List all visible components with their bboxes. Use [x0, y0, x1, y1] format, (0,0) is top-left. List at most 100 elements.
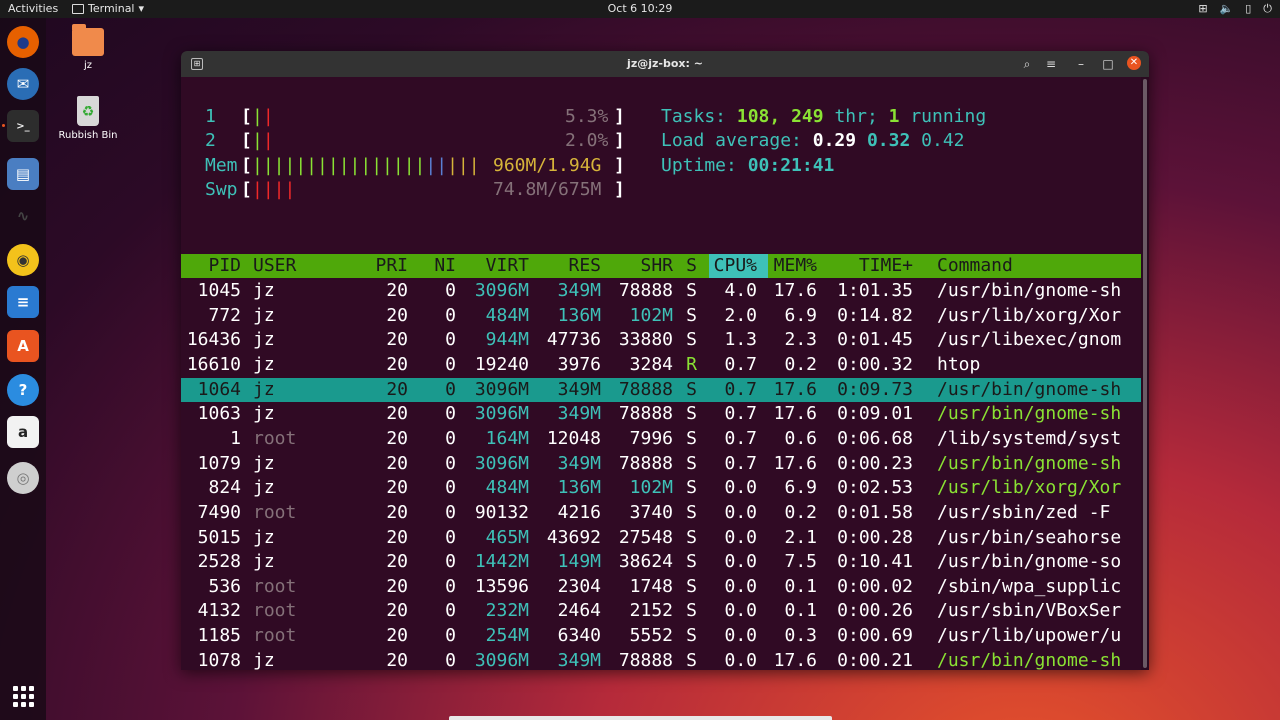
cell-shr: 2152 [629, 600, 673, 621]
column-header-virt[interactable]: VIRT [486, 254, 529, 278]
cell-ni: 0 [445, 502, 456, 523]
dock-item-libreoffice-writer[interactable]: ≡ [7, 286, 39, 318]
process-row[interactable]: 824 jz 20 0 484M 136M 102M S 0.0 6.9 0:02.53/usr/l… [181, 476, 1141, 500]
cell-user: jz [253, 403, 275, 424]
cell-pid: 1 [230, 428, 241, 449]
process-row[interactable]: 16436 jz 20 0 944M 47736 33880 S 1.3 2.3 0:01.45/u… [181, 328, 1141, 352]
cell-shr: 78888 [618, 453, 673, 474]
scrollbar[interactable] [1141, 77, 1149, 670]
dock-item-terminal[interactable]: >_ [7, 110, 39, 142]
search-icon[interactable]: ⌕ [1016, 55, 1038, 73]
maximize-icon[interactable]: □ [1097, 55, 1119, 73]
desktop-trash[interactable]: ♻ Rubbish Bin [53, 96, 123, 141]
top-bar: Activities Terminal ▾ Oct 6 10:29 ⊞ 🔈 ▯ ⏻ [0, 0, 1280, 18]
uptime-summary: Uptime: 00:21:41 [661, 154, 834, 178]
cell-pid: 7490 [197, 502, 241, 523]
cell-ni: 0 [445, 354, 456, 375]
process-row[interactable]: 1185 root 20 0 254M 6340 5552 S 0.0 0.3 0:00.69/us… [181, 624, 1141, 648]
terminal-content[interactable]: 1 [ || 5.3% ] 2 [ || 2.0% ] Mem [ ||||||… [181, 77, 1141, 670]
cell-res: 2464 [557, 600, 601, 621]
process-row[interactable]: 5015 jz 20 0 465M 43692 27548 S 0.0 2.1 0:00.28/us… [181, 526, 1141, 550]
cpu2-meter-close: ] [614, 130, 625, 151]
cell-ni: 0 [445, 403, 456, 424]
cell-time: 0:00.23 [837, 453, 913, 474]
cell-res: 349M [557, 403, 601, 424]
column-header-pri[interactable]: PRI [375, 254, 408, 278]
cell-cmd: /usr/lib/xorg/Xor [937, 477, 1122, 498]
cell-shr: 1748 [629, 576, 673, 597]
dock-item-thunderbird[interactable]: ✉ [7, 68, 39, 100]
load-5: 0.32 [866, 130, 911, 151]
column-header-user[interactable]: USER [253, 254, 296, 278]
column-header-mem[interactable]: MEM% [774, 254, 817, 278]
cell-pri: 20 [386, 502, 408, 523]
column-header-cpu[interactable]: CPU% [714, 254, 757, 278]
dock-item-amazon[interactable]: a [7, 416, 39, 448]
battery-icon[interactable]: ▯ [1245, 2, 1251, 16]
cell-ni: 0 [445, 600, 456, 621]
cell-mem: 17.6 [773, 453, 817, 474]
cell-ni: 0 [445, 625, 456, 646]
process-row[interactable]: 772 jz 20 0 484M 136M 102M S 2.0 6.9 0:14.82/usr/l… [181, 304, 1141, 328]
column-header-pid[interactable]: PID [208, 254, 241, 278]
network-icon[interactable]: ⊞ [1198, 2, 1207, 16]
dock-item-rhythmbox[interactable]: ◉ [7, 244, 39, 276]
process-row[interactable]: 4132 root 20 0 232M 2464 2152 S 0.0 0.1 0:00.26/us… [181, 599, 1141, 623]
cell-pid: 1185 [197, 625, 241, 646]
process-row[interactable]: 1064 jz 20 0 3096M 349M 78888 S 0.7 17.6 0:09.73/u… [181, 378, 1141, 402]
cell-s: S [686, 502, 697, 523]
cell-pri: 20 [386, 280, 408, 301]
cell-shr: 3284 [629, 354, 673, 375]
process-row[interactable]: 1063 jz 20 0 3096M 349M 78888 S 0.7 17.6 0:09.01/u… [181, 402, 1141, 426]
column-header-time[interactable]: TIME+ [859, 254, 913, 278]
minimize-icon[interactable]: – [1070, 55, 1092, 73]
close-icon[interactable]: ✕ [1127, 56, 1141, 70]
column-header-s[interactable]: S [686, 254, 697, 278]
cell-pri: 20 [386, 403, 408, 424]
cell-user: root [253, 502, 297, 523]
cell-pid: 1045 [197, 280, 241, 301]
dock-item-dvd[interactable]: ◎ [7, 462, 39, 494]
power-menu-icon[interactable]: ⏻ [1263, 2, 1272, 16]
process-row[interactable]: 1045 jz 20 0 3096M 349M 78888 S 4.0 17.6 1:01.35/u… [181, 279, 1141, 303]
process-row[interactable]: 1079 jz 20 0 3096M 349M 78888 S 0.7 17.6 0:00.23/u… [181, 452, 1141, 476]
system-tray[interactable]: ⊞ 🔈 ▯ ⏻ [1198, 2, 1272, 16]
dock-item-files[interactable]: ▤ [7, 158, 39, 190]
process-row[interactable]: 536 root 20 0 13596 2304 1748 S 0.0 0.1 0:00.02/sb… [181, 575, 1141, 599]
dock-item-system-monitor[interactable]: ∿ [7, 200, 39, 232]
process-row[interactable]: 2528 jz 20 0 1442M 149M 38624 S 0.0 7.5 0:10.41/us… [181, 550, 1141, 574]
cell-shr: 38624 [618, 551, 673, 572]
desktop-trash-label: Rubbish Bin [58, 130, 118, 141]
cell-virt: 1442M [474, 551, 529, 572]
cell-s: S [686, 403, 697, 424]
scrollbar-thumb[interactable] [1143, 79, 1147, 668]
process-row[interactable]: 7490 root 20 0 90132 4216 3740 S 0.0 0.2 0:01.58/u… [181, 501, 1141, 525]
cell-ni: 0 [445, 650, 456, 670]
column-header-res[interactable]: RES [568, 254, 601, 278]
cell-time: 0:02.53 [837, 477, 913, 498]
clock[interactable]: Oct 6 10:29 [608, 2, 673, 15]
cell-virt: 13596 [474, 576, 529, 597]
cell-cpu: 2.0 [724, 305, 757, 326]
cell-shr: 27548 [618, 527, 673, 548]
cell-res: 2304 [557, 576, 601, 597]
column-header-shr[interactable]: SHR [640, 254, 673, 278]
dock-item-ubuntu-software[interactable]: A [7, 330, 39, 362]
cell-cmd: /usr/bin/gnome-so [937, 551, 1122, 572]
process-row[interactable]: 1 root 20 0 164M 12048 7996 S 0.7 0.6 0:06.68/lib/… [181, 427, 1141, 451]
cell-time: 0:01.58 [837, 502, 913, 523]
process-row[interactable]: 16610 jz 20 0 19240 3976 3284 R 0.7 0.2 0:00.32 hto… [181, 353, 1141, 377]
dock-item-help[interactable]: ? [7, 374, 39, 406]
uptime-value: 00:21:41 [747, 155, 835, 176]
hamburger-menu-icon[interactable]: ≡ [1040, 55, 1062, 73]
column-header-ni[interactable]: NI [434, 254, 456, 278]
column-header-command[interactable]: Command [937, 254, 1013, 278]
volume-icon[interactable]: 🔈 [1220, 2, 1234, 16]
dock-item-firefox[interactable]: ● [7, 26, 39, 58]
cell-cpu: 0.7 [724, 354, 757, 375]
show-applications-icon[interactable] [13, 686, 34, 707]
desktop-home-folder[interactable]: jz [53, 24, 123, 71]
title-bar[interactable]: ⊞ jz@jz-box: ~ ⌕ ≡ – □ ✕ [181, 51, 1149, 77]
cell-cpu: 0.0 [724, 527, 757, 548]
process-row[interactable]: 1078 jz 20 0 3096M 349M 78888 S 0.0 17.6 0:00.21/u… [181, 649, 1141, 670]
